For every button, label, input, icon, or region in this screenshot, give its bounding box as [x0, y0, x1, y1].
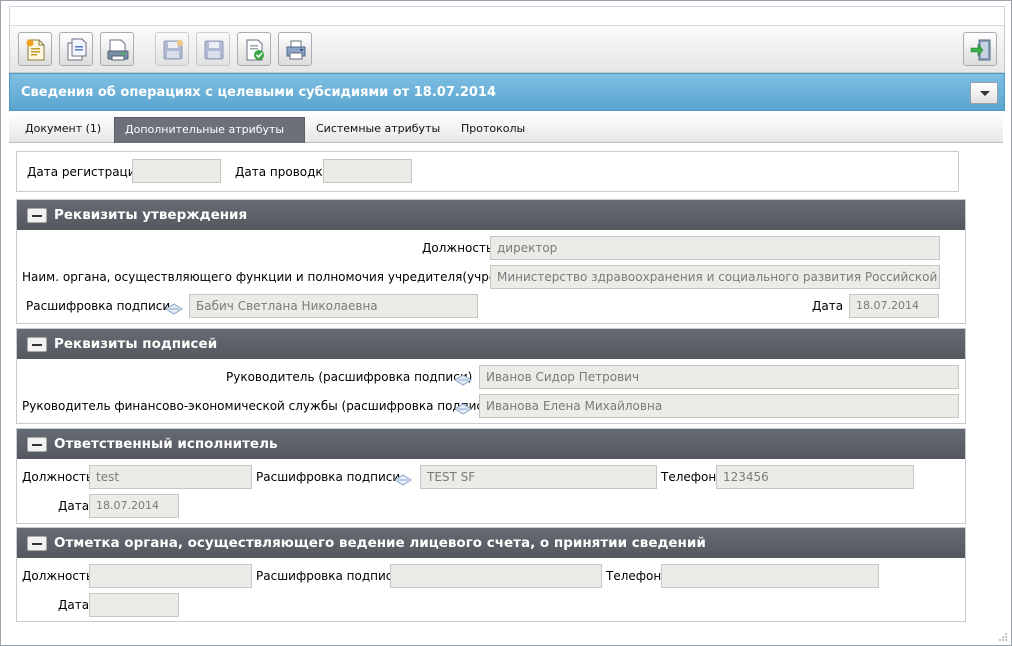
- approval-position-label: Должность: [422, 241, 494, 255]
- save-icon: [204, 40, 224, 60]
- head-signature-field[interactable]: Иванов Сидор Петрович: [479, 365, 959, 389]
- account-mark-panel-header[interactable]: Отметка органа, осуществляющего ведение …: [17, 528, 965, 558]
- collapse-icon[interactable]: [27, 208, 47, 223]
- approval-date-field[interactable]: 18.07.2014: [849, 294, 939, 318]
- responsible-phone-label: Телефон: [661, 470, 717, 484]
- approval-date-label: Дата: [812, 299, 844, 313]
- tab-protocols[interactable]: Протоколы: [451, 117, 535, 143]
- tab-bar: Документ (1) Дополнительные атрибуты (2)…: [9, 113, 1003, 160]
- registration-date-field[interactable]: [132, 159, 221, 183]
- account-mark-panel: Отметка органа, осуществляющего ведение …: [16, 527, 966, 622]
- tab-additional-attributes[interactable]: Дополнительные атрибуты (2): [114, 117, 305, 160]
- copy-document-button[interactable]: [59, 32, 93, 66]
- resize-grip-icon[interactable]: [998, 632, 1008, 642]
- toolbar: [9, 25, 1005, 73]
- responsible-panel-title: Ответственный исполнитель: [54, 436, 278, 452]
- document-check-icon: [246, 39, 264, 61]
- exit-icon: [970, 39, 991, 61]
- posting-date-field[interactable]: [323, 159, 412, 183]
- approval-signature-field[interactable]: Бабич Светлана Николаевна: [189, 294, 478, 318]
- collapse-icon[interactable]: [27, 437, 47, 452]
- validate-document-button[interactable]: [237, 32, 271, 66]
- save-disabled-icon: [163, 39, 184, 60]
- approval-organ-label: Наим. органа, осуществляющего функции и …: [22, 270, 551, 284]
- fin-head-signature-label: Руководитель финансово-экономической слу…: [22, 399, 496, 413]
- tab-content: Дата регистрации Дата проводки Реквизиты…: [9, 143, 1003, 637]
- approval-signature-label: Расшифровка подписи: [26, 299, 171, 313]
- fin-head-signature-field[interactable]: Иванова Елена Михайловна: [479, 394, 959, 418]
- approval-position-field[interactable]: директор: [490, 236, 940, 260]
- responsible-position-field[interactable]: test: [89, 465, 252, 489]
- title-menu-button[interactable]: [970, 82, 998, 104]
- print-button[interactable]: [278, 32, 312, 66]
- signature-lookup-icon[interactable]: [393, 472, 413, 486]
- mark-position-field[interactable]: [89, 564, 252, 588]
- responsible-date-label: Дата: [58, 499, 90, 513]
- approval-panel: Реквизиты утверждения Должность директор…: [16, 199, 966, 324]
- chevron-down-icon: [980, 91, 990, 96]
- mark-date-label: Дата: [58, 598, 90, 612]
- collapse-icon[interactable]: [27, 337, 47, 352]
- save-button[interactable]: [196, 32, 230, 66]
- mark-position-label: Должность: [22, 569, 94, 583]
- print-document-icon: [107, 39, 129, 61]
- head-signature-label: Руководитель (расшифровка подписи): [226, 370, 473, 384]
- mark-phone-label: Телефон: [606, 569, 662, 583]
- signatures-panel-title: Реквизиты подписей: [54, 336, 218, 352]
- posting-date-label: Дата проводки: [235, 165, 331, 179]
- print-document-button[interactable]: [100, 32, 134, 66]
- collapse-icon[interactable]: [27, 536, 47, 551]
- save-disabled-button[interactable]: [155, 32, 189, 66]
- registration-box: Дата регистрации Дата проводки: [16, 151, 959, 192]
- copy-document-icon: [67, 38, 87, 61]
- responsible-position-label: Должность: [22, 470, 94, 484]
- approval-organ-field[interactable]: Министерство здравоохранения и социально…: [490, 265, 940, 289]
- mark-signature-label: Расшифровка подписи: [256, 569, 401, 583]
- responsible-signature-label: Расшифровка подписи: [256, 470, 401, 484]
- mark-signature-field[interactable]: [390, 564, 602, 588]
- mark-date-field[interactable]: [89, 593, 179, 617]
- signature-lookup-icon[interactable]: [453, 401, 473, 415]
- signature-lookup-icon[interactable]: [164, 301, 184, 315]
- tab-document[interactable]: Документ (1): [15, 117, 111, 143]
- responsible-phone-field[interactable]: 123456: [716, 465, 914, 489]
- responsible-signature-field[interactable]: TEST SF: [420, 465, 657, 489]
- new-document-button[interactable]: [18, 32, 52, 66]
- registration-date-label: Дата регистрации: [27, 165, 144, 179]
- exit-button[interactable]: [963, 32, 997, 66]
- responsible-panel: Ответственный исполнитель Должность test…: [16, 428, 966, 524]
- approval-panel-header[interactable]: Реквизиты утверждения: [17, 200, 965, 230]
- document-window: Сведения об операциях с целевыми субсиди…: [0, 0, 1012, 646]
- new-document-icon: [26, 39, 45, 61]
- responsible-panel-header[interactable]: Ответственный исполнитель: [17, 429, 965, 459]
- document-title-bar: Сведения об операциях с целевыми субсиди…: [9, 73, 1005, 111]
- tab-system-attributes[interactable]: Системные атрибуты: [306, 117, 450, 143]
- signature-lookup-icon[interactable]: [453, 372, 473, 386]
- account-mark-panel-title: Отметка органа, осуществляющего ведение …: [54, 535, 706, 551]
- mark-phone-field[interactable]: [661, 564, 879, 588]
- print-icon: [286, 40, 306, 60]
- signatures-panel-header[interactable]: Реквизиты подписей: [17, 329, 965, 359]
- page-title: Сведения об операциях с целевыми субсиди…: [21, 85, 496, 100]
- approval-panel-title: Реквизиты утверждения: [54, 207, 248, 223]
- top-strip: [9, 6, 1005, 26]
- signatures-panel: Реквизиты подписей Руководитель (расшифр…: [16, 328, 966, 424]
- responsible-date-field[interactable]: 18.07.2014: [89, 494, 179, 518]
